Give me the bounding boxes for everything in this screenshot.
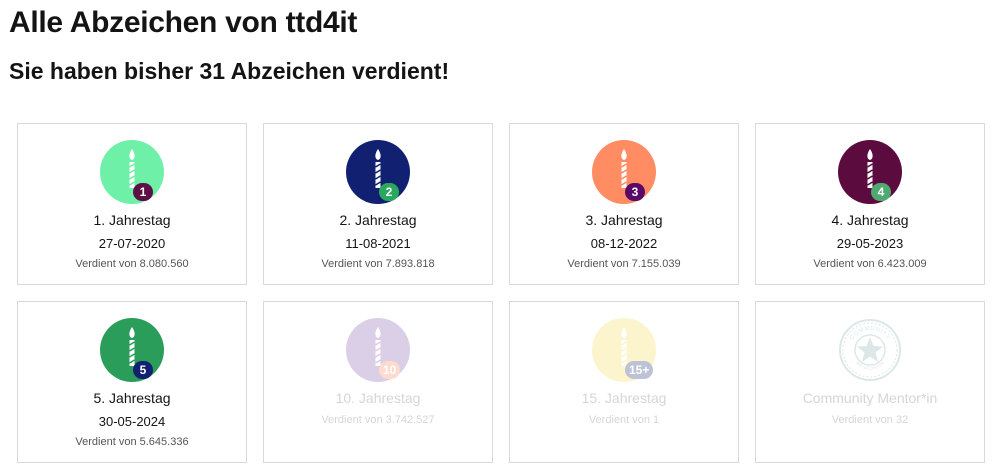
badge-number-pill: 5 [133, 361, 153, 379]
badge-earned-count: Verdient von 8.080.560 [75, 258, 189, 270]
birthday-candle-icon [129, 149, 135, 188]
badge-title: 1. Jahrestag [93, 212, 171, 228]
badge-earned-count: Verdient von 3.742.527 [321, 414, 435, 426]
badge-title: 2. Jahrestag [339, 212, 417, 228]
badge-title: 15. Jahrestag [581, 390, 667, 406]
birthday-candle-icon [375, 149, 381, 188]
badge-grid: 1 1. Jahrestag 27-07-2020 Verdient von 8… [17, 123, 985, 463]
badge-number-pill: 4 [871, 183, 891, 201]
badge-icon: 10 [346, 318, 410, 382]
badge-number-pill: 1 [133, 183, 153, 201]
badge-card-10-jahrestag[interactable]: 10 10. Jahrestag Verdient von 3.742.527 [263, 301, 493, 463]
badge-earned-count: Verdient von 7.893.818 [321, 258, 435, 270]
badge-date: 11-08-2021 [345, 236, 411, 251]
badge-number-pill: 2 [379, 183, 399, 201]
badge-date: 27-07-2020 [98, 236, 166, 251]
badge-date: 30-05-2024 [98, 414, 166, 429]
badge-icon: COMMUNITY MENTOR*IN [838, 318, 902, 382]
badge-number-pill: 15+ [625, 361, 654, 379]
badge-card-2-jahrestag[interactable]: 2 2. Jahrestag 11-08-2021 Verdient von 7… [263, 123, 493, 285]
badge-icon: 1 [100, 140, 164, 204]
badge-card-3-jahrestag[interactable]: 3 3. Jahrestag 08-12-2022 Verdient von 7… [509, 123, 739, 285]
badge-icon: 4 [838, 140, 902, 204]
badge-card-community-mentor[interactable]: COMMUNITY MENTOR*IN Community Mentor*in … [755, 301, 985, 463]
badge-title: Community Mentor*in [802, 390, 938, 406]
badge-title: 5. Jahrestag [93, 390, 171, 406]
badge-earned-count: Verdient von 32 [831, 414, 909, 426]
badge-card-15-jahrestag[interactable]: 15+ 15. Jahrestag Verdient von 1 [509, 301, 739, 463]
badge-date: 08-12-2022 [590, 236, 658, 251]
badge-earned-count: Verdient von 5.645.336 [75, 436, 189, 448]
badge-card-1-jahrestag[interactable]: 1 1. Jahrestag 27-07-2020 Verdient von 8… [17, 123, 247, 285]
badges-page: Alle Abzeichen von ttd4it Sie haben bish… [0, 0, 999, 472]
svg-text:MENTOR*IN: MENTOR*IN [854, 360, 886, 372]
badge-number-pill: 10 [379, 361, 401, 379]
badge-earned-count: Verdient von 6.423.009 [813, 258, 927, 270]
badge-earned-count: Verdient von 1 [588, 414, 660, 426]
birthday-candle-icon [621, 149, 627, 188]
birthday-candle-icon [375, 327, 381, 366]
badge-number-pill: 3 [625, 183, 645, 201]
badge-icon: 3 [592, 140, 656, 204]
badge-card-4-jahrestag[interactable]: 4 4. Jahrestag 29-05-2023 Verdient von 6… [755, 123, 985, 285]
badge-earned-count: Verdient von 7.155.039 [567, 258, 681, 270]
page-title: Alle Abzeichen von ttd4it [9, 6, 358, 39]
badge-card-5-jahrestag[interactable]: 5 5. Jahrestag 30-05-2024 Verdient von 5… [17, 301, 247, 463]
badge-title: 4. Jahrestag [831, 212, 909, 228]
badge-icon: 2 [346, 140, 410, 204]
badge-date: 29-05-2023 [836, 236, 904, 251]
badge-count-heading: Sie haben bisher 31 Abzeichen verdient! [9, 58, 450, 84]
badge-icon: 5 [100, 318, 164, 382]
badge-icon: 15+ [592, 318, 656, 382]
badge-title: 10. Jahrestag [335, 390, 421, 406]
badge-title: 3. Jahrestag [585, 212, 663, 228]
community-mentor-seal-icon: COMMUNITY MENTOR*IN [839, 319, 901, 381]
birthday-candle-icon [129, 327, 135, 366]
birthday-candle-icon [867, 149, 873, 188]
